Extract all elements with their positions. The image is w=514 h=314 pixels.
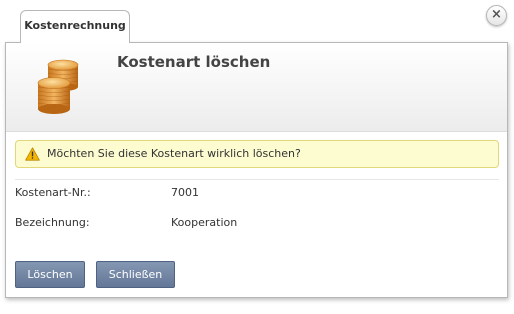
kostenart-nr-label: Kostenart-Nr.: <box>15 186 91 199</box>
dialog-window: Kostenrechnung × Kostenart löschen Möcht… <box>0 0 514 314</box>
tab-kostenrechnung[interactable]: Kostenrechnung <box>20 10 130 43</box>
dialog-panel: Kostenart löschen Möchten Sie diese Kost… <box>5 42 508 298</box>
close-icon[interactable]: × <box>486 5 507 26</box>
kostenart-nr-value: 7001 <box>171 186 199 199</box>
coins-icon <box>37 59 79 114</box>
warning-icon <box>25 147 40 161</box>
bezeichnung-value: Kooperation <box>171 216 238 229</box>
warning-text: Möchten Sie diese Kostenart wirklich lös… <box>47 147 301 160</box>
bezeichnung-label: Bezeichnung: <box>15 216 90 229</box>
dialog-title: Kostenart löschen <box>117 53 271 71</box>
delete-button[interactable]: Löschen <box>15 261 85 288</box>
divider <box>15 179 499 180</box>
dialog-header: Kostenart löschen <box>6 43 507 132</box>
close-button[interactable]: Schließen <box>96 261 175 288</box>
warning-message: Möchten Sie diese Kostenart wirklich lös… <box>15 140 499 168</box>
